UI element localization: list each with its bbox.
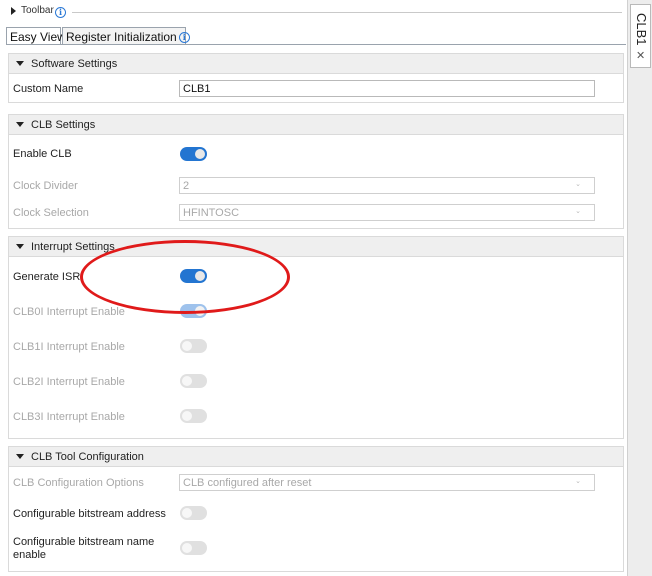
clb1i-label: CLB1I Interrupt Enable [13,341,125,353]
collapse-caret-icon[interactable] [16,122,24,127]
select-value: CLB configured after reset [183,477,312,489]
chevron-down-icon: ⌄ [575,478,581,485]
info-icon[interactable]: i [178,32,190,43]
clb-settings-header[interactable]: CLB Settings [9,115,623,135]
close-icon[interactable]: ✕ [636,49,645,62]
select-value: HFINTOSC [183,207,240,219]
toolbar-label[interactable]: Toolbar [21,5,54,16]
toggle-knob [182,376,192,386]
tab-register-initialization[interactable]: Register Initialization i [62,27,190,45]
enable-clb-label: Enable CLB [13,148,72,160]
clb0i-label: CLB0I Interrupt Enable [13,306,125,318]
generate-isr-label: Generate ISR [13,271,81,283]
bitstream-address-toggle[interactable] [180,506,207,520]
section-title: CLB Tool Configuration [31,451,144,463]
expand-arrow-icon[interactable] [11,7,16,15]
enable-clb-toggle[interactable] [180,147,207,161]
side-tab-label: CLB1 [634,13,649,46]
custom-name-label: Custom Name [13,83,84,95]
clb3i-toggle[interactable] [180,409,207,423]
clb-tool-configuration-header[interactable]: CLB Tool Configuration [9,447,623,467]
side-tab-clb1[interactable]: CLB1 ✕ [630,4,651,68]
clock-divider-label: Clock Divider [13,180,78,192]
clock-selection-label: Clock Selection [13,207,89,219]
collapse-caret-icon[interactable] [16,454,24,459]
clb-tool-configuration-section: CLB Tool Configuration CLB Configuration… [8,446,624,572]
toggle-knob [195,149,205,159]
clb1i-toggle[interactable] [180,339,207,353]
collapse-caret-icon[interactable] [16,61,24,66]
clb2i-label: CLB2I Interrupt Enable [13,376,125,388]
custom-name-input[interactable]: CLB1 [179,80,595,97]
section-title: Software Settings [31,58,118,70]
chevron-down-icon: ⌄ [575,208,581,215]
toggle-knob [182,341,192,351]
info-icon[interactable]: i [55,7,66,18]
software-settings-section: Software Settings Custom Name CLB1 [8,53,624,103]
clb-settings-section: CLB Settings Enable CLB Clock Divider 2 … [8,114,624,229]
section-title: Interrupt Settings [31,241,115,253]
toolbar-divider [72,12,622,13]
software-settings-header[interactable]: Software Settings [9,54,623,74]
config-options-select[interactable]: CLB configured after reset ⌄ [179,474,595,491]
clb3i-label: CLB3I Interrupt Enable [13,411,125,423]
bitstream-name-toggle[interactable] [180,541,207,555]
clock-selection-select[interactable]: HFINTOSC ⌄ [179,204,595,221]
tab-label: Register Initialization [66,30,177,44]
tab-easy-view[interactable]: Easy View [6,27,66,45]
toolbar-row[interactable]: Toolbar i [0,0,626,24]
config-options-label: CLB Configuration Options [13,477,144,489]
toggle-knob [182,543,192,553]
toggle-knob [182,411,192,421]
side-panel: CLB1 ✕ [627,0,652,576]
tabs-divider [6,44,626,45]
bitstream-name-label: Configurable bitstream name enable [13,536,155,561]
tab-label: Easy View [10,30,66,44]
select-value: 2 [183,180,190,192]
bitstream-address-label: Configurable bitstream address [13,508,166,520]
section-title: CLB Settings [31,119,96,131]
clb2i-toggle[interactable] [180,374,207,388]
collapse-caret-icon[interactable] [16,244,24,249]
chevron-down-icon: ⌄ [575,181,581,188]
clock-divider-select[interactable]: 2 ⌄ [179,177,595,194]
toggle-knob [182,508,192,518]
red-highlight-ellipse [80,240,290,314]
